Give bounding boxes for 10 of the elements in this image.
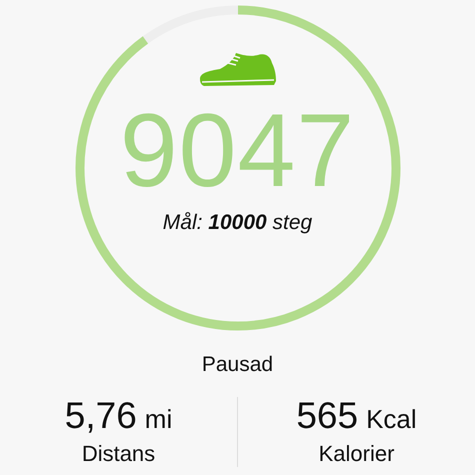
stat-label: Distans [82,440,156,467]
status-label: Pausad [202,352,274,378]
stat-unit: Kcal [366,402,417,436]
stat-value: 565 [296,396,358,434]
stat-unit: mi [144,402,172,436]
stat-value: 5,76 [64,396,137,434]
step-count: 9047 [120,99,356,203]
shoe-icon [198,51,278,89]
step-goal: Mål: 10000 steg [162,210,312,236]
stat-label: Kalorier [318,440,394,467]
